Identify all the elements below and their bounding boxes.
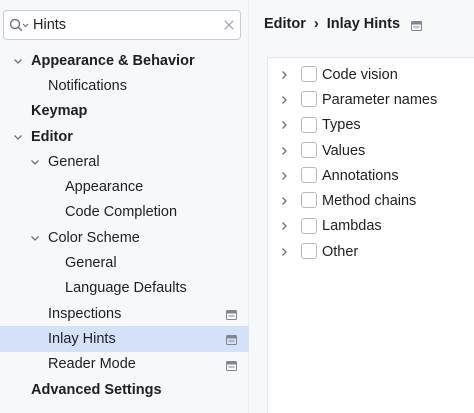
- breadcrumb-parent[interactable]: Editor: [264, 16, 306, 32]
- hint-label: Values: [322, 142, 366, 159]
- breadcrumb: Editor › Inlay Hints: [264, 16, 423, 32]
- breadcrumb-separator: ›: [313, 16, 319, 32]
- tree-item-color-scheme[interactable]: Color Scheme: [0, 225, 249, 250]
- settings-sidebar: Appearance & Behavior Notifications Keym…: [0, 0, 249, 413]
- tree-item-label: General: [48, 153, 100, 170]
- tree-item-label: Notifications: [48, 77, 127, 94]
- tree-item-label: Language Defaults: [65, 280, 187, 297]
- tree-item-appearance[interactable]: Appearance: [0, 174, 249, 199]
- hint-item-code-vision[interactable]: Code vision: [268, 62, 474, 87]
- tree-item-label: Appearance: [65, 179, 144, 196]
- hint-checkbox[interactable]: [301, 243, 317, 260]
- hint-checkbox[interactable]: [301, 217, 317, 234]
- chevron-right-icon[interactable]: [277, 68, 291, 82]
- search-icon[interactable]: [9, 11, 29, 39]
- hint-item-other[interactable]: Other: [268, 239, 474, 264]
- hint-item-annotations[interactable]: Annotations: [268, 163, 474, 188]
- tree-item-advanced-settings[interactable]: Advanced Settings: [0, 377, 249, 402]
- breadcrumb-current: Inlay Hints: [326, 16, 401, 32]
- tree-item-color-scheme-general[interactable]: General: [0, 250, 249, 275]
- hint-item-lambdas[interactable]: Lambdas: [268, 214, 474, 239]
- settings-content: Editor › Inlay Hints Code vision Paramet…: [250, 0, 474, 413]
- tree-item-label: Color Scheme: [48, 229, 140, 246]
- chevron-right-icon[interactable]: [277, 219, 291, 233]
- chevron-right-icon[interactable]: [277, 93, 291, 107]
- hint-label: Code vision: [322, 66, 398, 83]
- tree-item-notifications[interactable]: Notifications: [0, 73, 249, 98]
- project-settings-icon: [226, 333, 237, 346]
- hint-label: Lambdas: [322, 218, 382, 235]
- tree-item-keymap[interactable]: Keymap: [0, 99, 249, 124]
- chevron-down-icon[interactable]: [28, 155, 42, 169]
- chevron-down-icon[interactable]: [11, 54, 25, 68]
- tree-item-label: Code Completion: [65, 204, 178, 221]
- tree-item-label: General: [65, 255, 117, 272]
- hint-item-types[interactable]: Types: [268, 113, 474, 138]
- chevron-right-icon[interactable]: [277, 194, 291, 208]
- tree-item-general[interactable]: General: [0, 149, 249, 174]
- tree-item-appearance-behavior[interactable]: Appearance & Behavior: [0, 48, 249, 73]
- search-field[interactable]: [3, 10, 241, 40]
- hint-checkbox[interactable]: [301, 167, 317, 184]
- tree-item-editor[interactable]: Editor: [0, 124, 249, 149]
- hint-label: Types: [322, 117, 361, 134]
- tree-item-label: Reader Mode: [48, 356, 136, 373]
- hint-item-parameter-names[interactable]: Parameter names: [268, 87, 474, 112]
- hint-label: Other: [322, 243, 359, 260]
- inlay-hints-list: Code vision Parameter names Types Values…: [268, 62, 474, 264]
- hint-checkbox[interactable]: [301, 192, 317, 209]
- tree-item-reader-mode[interactable]: Reader Mode: [0, 352, 249, 377]
- hint-item-values[interactable]: Values: [268, 138, 474, 163]
- chevron-right-icon[interactable]: [277, 245, 291, 259]
- tree-item-label: Inspections: [48, 305, 122, 322]
- chevron-down-icon[interactable]: [11, 130, 25, 144]
- tree-item-language-defaults[interactable]: Language Defaults: [0, 276, 249, 301]
- hint-label: Method chains: [322, 193, 417, 210]
- tree-item-inspections[interactable]: Inspections: [0, 301, 249, 326]
- chevron-right-icon[interactable]: [277, 118, 291, 132]
- tree-item-label: Inlay Hints: [48, 330, 116, 347]
- tree-item-code-completion[interactable]: Code Completion: [0, 200, 249, 225]
- chevron-right-icon[interactable]: [277, 169, 291, 183]
- clear-search-icon[interactable]: [220, 11, 237, 39]
- hint-label: Annotations: [322, 167, 399, 184]
- chevron-down-icon[interactable]: [28, 231, 42, 245]
- settings-tree: Appearance & Behavior Notifications Keym…: [0, 48, 249, 402]
- hint-checkbox[interactable]: [301, 141, 317, 158]
- tree-item-label: Advanced Settings: [31, 381, 162, 398]
- project-settings-icon: [411, 19, 423, 31]
- tree-item-label: Editor: [31, 128, 73, 145]
- hint-label: Parameter names: [322, 91, 438, 108]
- tree-item-label: Appearance & Behavior: [31, 52, 195, 69]
- inlay-hints-panel: Code vision Parameter names Types Values…: [267, 57, 474, 413]
- project-settings-icon: [226, 308, 237, 320]
- chevron-right-icon[interactable]: [277, 144, 291, 158]
- tree-item-inlay-hints[interactable]: Inlay Hints: [0, 326, 249, 352]
- hint-item-method-chains[interactable]: Method chains: [268, 188, 474, 213]
- tree-item-label: Keymap: [31, 103, 88, 120]
- hint-checkbox[interactable]: [301, 66, 317, 82]
- hint-checkbox[interactable]: [301, 116, 317, 133]
- project-settings-icon: [226, 359, 237, 371]
- hint-checkbox[interactable]: [301, 91, 317, 108]
- search-input[interactable]: [29, 12, 220, 38]
